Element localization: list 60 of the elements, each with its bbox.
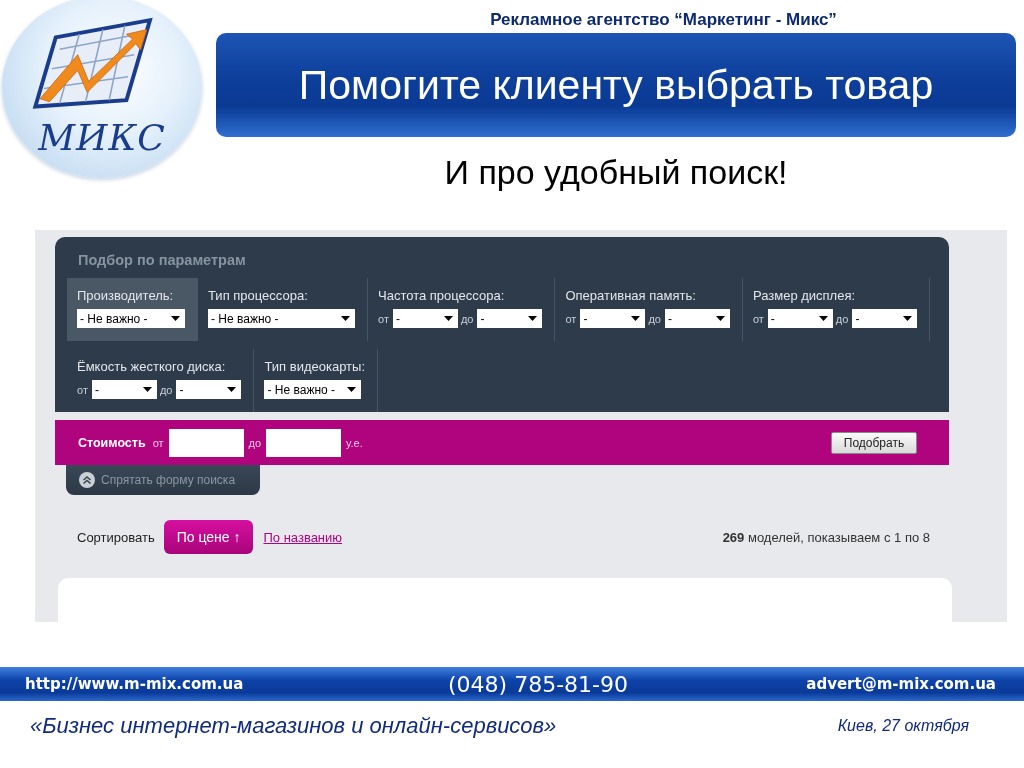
filter-label: Частота процессора: xyxy=(378,288,505,303)
submit-button[interactable]: Подобрать xyxy=(831,431,917,454)
dropdown[interactable]: - xyxy=(852,309,918,328)
caret-icon xyxy=(631,316,641,321)
sort-button[interactable]: По цене ↑ xyxy=(163,520,254,554)
filter-label: Оперативная память: xyxy=(565,288,696,303)
dropdown[interactable]: - xyxy=(767,309,833,328)
caret-icon xyxy=(715,316,725,321)
sort-label: Сортировать xyxy=(77,529,155,545)
slide-title: Помогите клиенту выбрать товар xyxy=(216,33,1016,137)
caret-icon xyxy=(142,387,152,392)
to-label: до xyxy=(159,383,173,396)
to-label: до xyxy=(648,312,661,325)
to-label: до xyxy=(835,312,849,325)
price-label: Стоимость xyxy=(78,435,146,450)
dropdown[interactable]: - Не важно - xyxy=(264,380,362,399)
slide-subtitle: И про удобный поиск! xyxy=(444,153,788,192)
from-label: от xyxy=(565,312,577,325)
caret-icon xyxy=(903,316,913,321)
caret-icon xyxy=(227,387,237,392)
filter-label: Тип процессора: xyxy=(208,288,308,303)
filter-label: Тип видеокарты: xyxy=(264,359,366,374)
caret-icon xyxy=(443,316,453,321)
sort-link[interactable]: По названию xyxy=(263,529,343,545)
dropdown[interactable]: - xyxy=(392,309,458,328)
results-count: 269 моделей, показываем с 1 по 8 xyxy=(722,529,930,545)
from-label: от xyxy=(752,312,764,325)
from-label: от xyxy=(378,312,389,325)
from-label: от xyxy=(77,383,88,396)
dropdown[interactable]: - xyxy=(176,380,242,399)
to-label: до xyxy=(460,312,474,325)
panel-title: Подбор по параметрам xyxy=(78,252,246,268)
currency-label: у.е. xyxy=(346,436,363,449)
caret-icon xyxy=(341,316,350,321)
hide-form-tab[interactable]: Спрятать форму поиска xyxy=(66,465,260,495)
dropdown[interactable]: - xyxy=(91,380,157,399)
dropdown[interactable]: - xyxy=(664,309,730,328)
filter-label: Размер дисплея: xyxy=(752,288,856,303)
phone-number: (048) 785-81-90 xyxy=(447,671,629,697)
logo-text: МИКС xyxy=(38,117,166,158)
dropdown[interactable]: - Не важно - xyxy=(77,309,185,328)
dropdown[interactable]: - xyxy=(477,309,543,328)
collapse-icon xyxy=(79,472,95,488)
filter-label: Производитель: xyxy=(77,288,174,303)
caret-icon xyxy=(171,316,180,321)
to-label: до xyxy=(248,436,262,449)
agency-name: Рекламное агентство “Маркетинг - Микс” xyxy=(490,10,837,31)
dropdown[interactable]: - Не важно - xyxy=(208,309,355,328)
filter-label: Ёмкость жесткого диска: xyxy=(77,359,226,374)
caret-icon xyxy=(818,316,828,321)
caret-icon xyxy=(528,316,538,321)
website-url: http://www.m-mix.com.ua xyxy=(25,675,245,693)
price-from-field[interactable] xyxy=(168,428,244,457)
price-to-field[interactable] xyxy=(266,428,342,457)
event-name: «Бизнес интернет-магазинов и онлайн-сервисов» xyxy=(30,713,557,739)
email-address: advert@m-mix.com.ua xyxy=(806,675,996,693)
caret-icon xyxy=(347,387,357,392)
place-date: Киев, 27 октября xyxy=(837,717,969,735)
dropdown[interactable]: - xyxy=(580,309,646,328)
from-label: от xyxy=(152,436,164,449)
